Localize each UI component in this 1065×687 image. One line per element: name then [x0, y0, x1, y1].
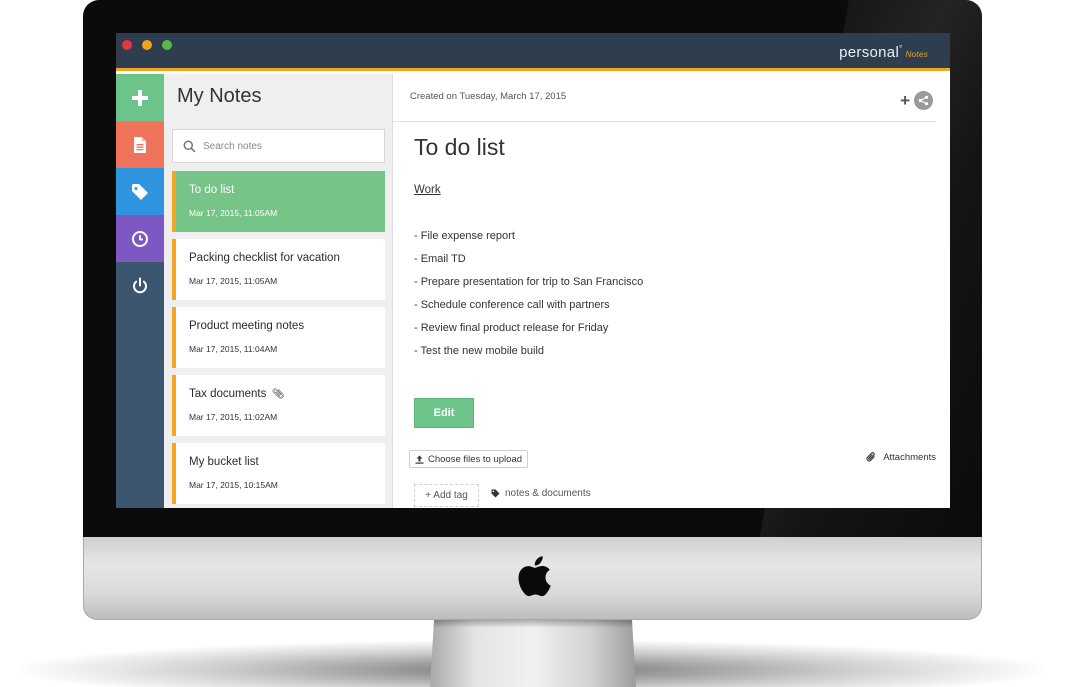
maximize-window-button[interactable]: [162, 40, 172, 50]
paperclip-icon: 📎︎: [271, 389, 285, 400]
app-screen: personal°Notes My Notes To do list Mar 1…: [116, 33, 950, 508]
detail-actions: +: [900, 91, 933, 110]
section-label: Work: [414, 184, 441, 196]
note-title: My bucket list: [189, 456, 259, 468]
clock-icon: [132, 230, 148, 247]
share-icon: [918, 95, 929, 106]
title-bar: personal°Notes: [116, 33, 950, 71]
notes-list-panel: My Notes To do list Mar 17, 2015, 11:05A…: [164, 74, 393, 508]
note-card-tax-documents[interactable]: Tax documents 📎︎ Mar 17, 2015, 11:02AM: [172, 375, 385, 436]
search-box[interactable]: [172, 129, 385, 163]
tag-icon: [132, 183, 148, 200]
note-date: Mar 17, 2015, 11:02AM: [189, 412, 278, 422]
note-heading: To do list: [414, 134, 505, 160]
list-item: - Test the new mobile build: [414, 345, 545, 357]
brand-sub: Notes: [905, 50, 928, 59]
search-input[interactable]: [203, 140, 373, 152]
note-card-product-meeting[interactable]: Product meeting notes Mar 17, 2015, 11:0…: [172, 307, 385, 368]
list-item: - Email TD: [414, 253, 466, 265]
icon-rail: [116, 74, 164, 508]
tag-label: notes & documents: [505, 488, 591, 499]
plus-icon: [132, 89, 148, 106]
paperclip-icon: [866, 452, 876, 462]
new-note-button[interactable]: [116, 74, 164, 121]
tag-icon: [491, 489, 500, 498]
note-title-row: Tax documents 📎︎: [189, 388, 284, 400]
monitor-stand: [430, 618, 636, 687]
notes-nav-button[interactable]: [116, 121, 164, 168]
note-card-bucket-list[interactable]: My bucket list Mar 17, 2015, 10:15AM: [172, 443, 385, 504]
created-date: Created on Tuesday, March 17, 2015: [410, 91, 567, 102]
brand-mark: °: [899, 44, 903, 53]
upload-icon: [415, 455, 424, 464]
list-item: - File expense report: [414, 230, 515, 242]
tag-chip[interactable]: notes & documents: [491, 488, 591, 499]
note-title: To do list: [189, 184, 235, 196]
share-button[interactable]: [914, 91, 933, 110]
document-icon: [134, 136, 146, 153]
note-date: Mar 17, 2015, 10:15AM: [189, 480, 278, 490]
history-nav-button[interactable]: [116, 215, 164, 262]
note-detail-pane: Created on Tuesday, March 17, 2015 + To …: [393, 74, 950, 508]
todo-list: - File expense report - Email TD - Prepa…: [414, 229, 643, 367]
attachments-link[interactable]: Attachments: [866, 451, 936, 463]
tags-nav-button[interactable]: [116, 168, 164, 215]
note-card-to-do-list[interactable]: To do list Mar 17, 2015, 11:05AM: [172, 171, 385, 232]
list-item: - Prepare presentation for trip to San F…: [414, 276, 644, 288]
list-item: - Schedule conference call with partners: [414, 299, 610, 311]
note-title: Tax documents: [189, 388, 267, 400]
minimize-window-button[interactable]: [142, 40, 152, 50]
power-icon: [133, 277, 147, 293]
close-window-button[interactable]: [122, 40, 132, 50]
attachments-label: Attachments: [883, 451, 936, 463]
brand-name: personal: [839, 44, 900, 61]
app-brand: personal°Notes: [839, 44, 928, 61]
note-title: Product meeting notes: [189, 320, 305, 332]
list-item: - Review final product release for Frida…: [414, 322, 609, 334]
add-tag-button[interactable]: + Add tag: [414, 484, 479, 507]
note-date: Mar 17, 2015, 11:05AM: [189, 208, 278, 218]
note-card-packing-checklist[interactable]: Packing checklist for vacation Mar 17, 2…: [172, 239, 385, 300]
edit-button[interactable]: Edit: [414, 398, 474, 428]
apple-logo-icon: [518, 556, 551, 597]
upload-files-button[interactable]: Choose files to upload: [409, 450, 529, 468]
search-icon: [183, 140, 196, 152]
note-title: Packing checklist for vacation: [189, 252, 340, 264]
page-title: My Notes: [177, 85, 262, 107]
upload-label: Choose files to upload: [428, 453, 523, 465]
note-date: Mar 17, 2015, 11:04AM: [189, 344, 278, 354]
add-button[interactable]: +: [900, 92, 910, 109]
divider: [393, 121, 936, 122]
note-date: Mar 17, 2015, 11:05AM: [189, 276, 278, 286]
logout-button[interactable]: [116, 262, 164, 309]
